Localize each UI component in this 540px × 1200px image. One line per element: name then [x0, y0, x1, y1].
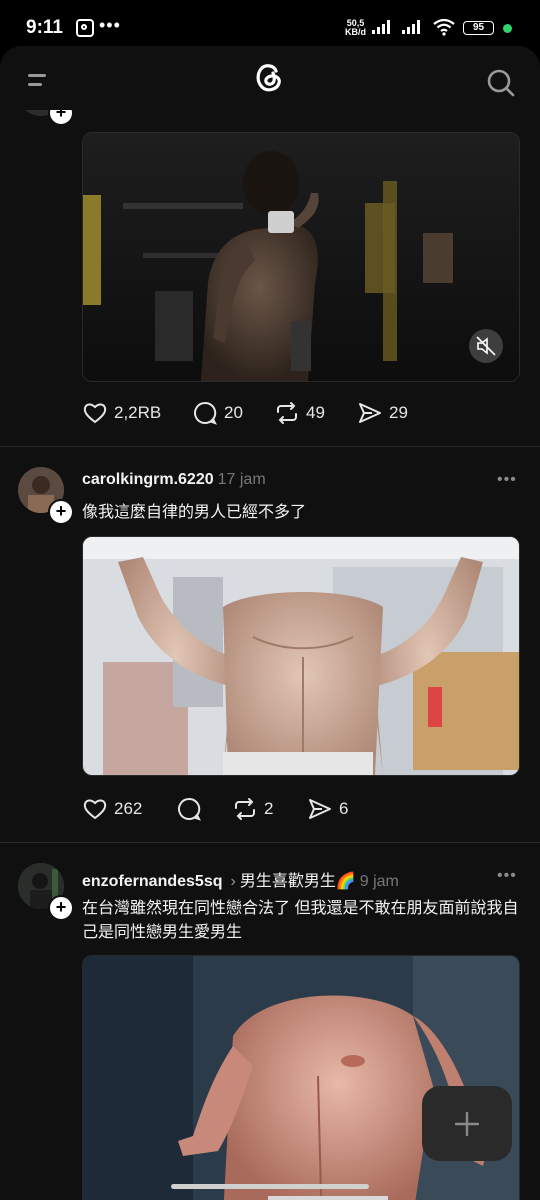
send-icon [309, 799, 331, 819]
post-caption: 像我這麼自律的男人已經不多了 [82, 504, 307, 521]
search-icon[interactable] [486, 68, 516, 98]
follow-plus-icon[interactable]: + [48, 499, 74, 525]
repost-button[interactable]: 49 [274, 398, 325, 428]
community-tag[interactable]: 男生喜歡男生🌈 [240, 873, 356, 890]
post-author[interactable]: enzofernandes5sq › 男生喜歡男生🌈 9 jam [82, 867, 399, 891]
post-caption: 在台灣雖然現在同性戀合法了 但我還是不敢在朋友面前說我自己是同性戀男生愛男生 [82, 900, 519, 941]
threads-feed[interactable]: + insta? [0, 46, 540, 1200]
like-button[interactable]: 262 [82, 794, 142, 824]
mute-icon[interactable] [469, 329, 503, 363]
menu-icon[interactable] [28, 74, 50, 92]
privacy-indicator [503, 24, 512, 33]
heart-icon [83, 403, 107, 424]
threads-logo[interactable] [251, 59, 287, 95]
more-options-icon[interactable]: ••• [497, 471, 517, 489]
post-2[interactable]: + carolkingrm.6220 17 jam ••• 像我這麼自律的男人已經… [0, 446, 540, 842]
more-dots-icon: ••• [99, 15, 121, 35]
plus-icon [455, 1112, 479, 1136]
signal-icon [372, 20, 390, 34]
more-options-icon[interactable]: ••• [497, 867, 517, 885]
post-video[interactable] [82, 955, 520, 1200]
reply-button[interactable]: 20 [192, 398, 243, 428]
post-author[interactable]: carolkingrm.6220 17 jam [82, 471, 266, 489]
gym-mirror-photo [83, 133, 519, 381]
heart-icon [83, 799, 107, 820]
post-image[interactable] [82, 536, 520, 776]
follow-plus-icon[interactable]: + [48, 895, 74, 921]
post-time: 9 jam [359, 873, 399, 890]
post-video[interactable] [82, 132, 520, 382]
instagram-icon [76, 19, 94, 37]
repost-icon [277, 402, 297, 424]
home-indicator[interactable] [171, 1184, 369, 1189]
like-button[interactable]: 2,2RB [82, 398, 161, 428]
comment-icon [194, 401, 217, 425]
reply-button[interactable] [176, 794, 208, 824]
battery-icon: 95 [463, 21, 494, 35]
share-button[interactable]: 29 [357, 398, 408, 428]
network-speed: 50,5 KB/d [345, 18, 366, 37]
status-time: 9:11 [26, 17, 63, 38]
top-bar [0, 46, 540, 110]
chevron-right-icon: › [230, 873, 236, 890]
repost-button[interactable]: 2 [232, 794, 273, 824]
repost-icon [235, 798, 255, 820]
comment-icon [178, 797, 201, 821]
send-icon [359, 403, 381, 423]
flexing-photo [83, 537, 519, 775]
torso-photo [83, 956, 519, 1200]
share-button[interactable]: 6 [307, 794, 348, 824]
status-bar: 9:11 ••• 50,5 KB/d 95 [0, 0, 540, 52]
post-time: 17 jam [217, 471, 266, 488]
signal-icon-2 [402, 20, 420, 34]
wifi-icon [433, 18, 455, 36]
new-thread-button[interactable] [422, 1086, 512, 1161]
